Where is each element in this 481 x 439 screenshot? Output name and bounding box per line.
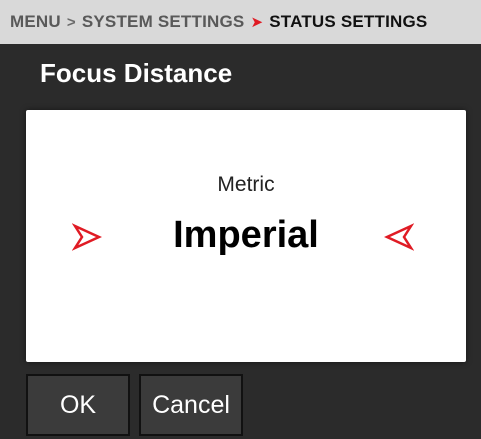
option-picker[interactable]: Metric Imperial (26, 110, 466, 362)
chevron-right-icon: > (66, 13, 76, 31)
chevron-right-icon: ➤ (250, 14, 264, 31)
ok-button[interactable]: OK (26, 374, 130, 436)
cancel-button[interactable]: Cancel (139, 374, 243, 436)
breadcrumb: MENU > SYSTEM SETTINGS ➤ STATUS SETTINGS (0, 0, 481, 44)
breadcrumb-item-system-settings[interactable]: SYSTEM SETTINGS (82, 12, 245, 32)
option-previous[interactable]: Metric (26, 173, 466, 197)
red-arrow-left-icon[interactable] (384, 222, 414, 252)
breadcrumb-item-status-settings: STATUS SETTINGS (269, 12, 428, 31)
breadcrumb-item-menu[interactable]: MENU (10, 12, 61, 32)
page-title: Focus Distance (40, 58, 233, 88)
